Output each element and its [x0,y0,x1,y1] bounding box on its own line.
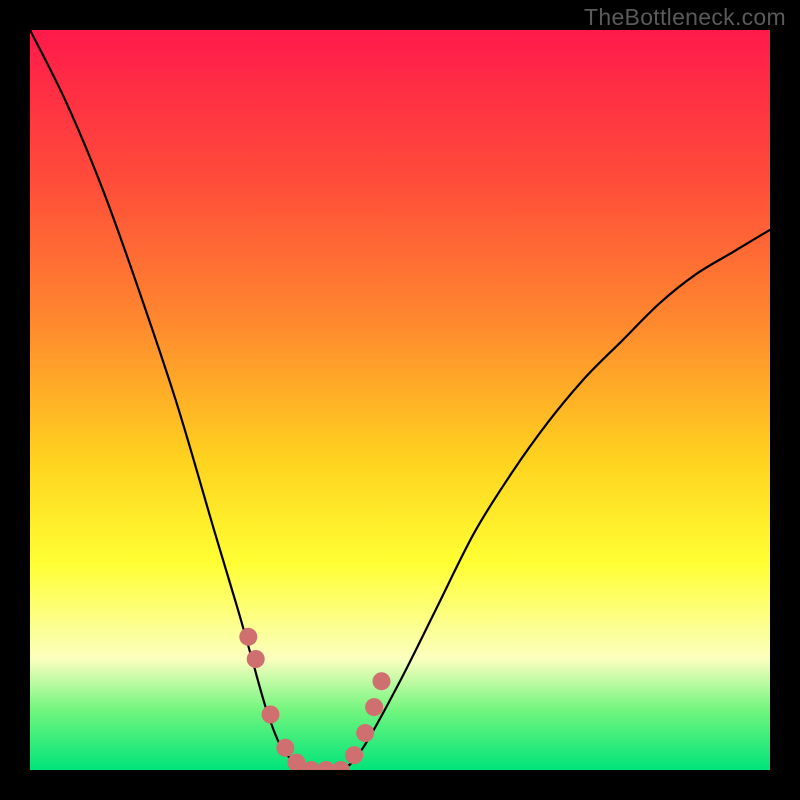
marker-dot [373,672,391,690]
gradient-background [30,30,770,770]
chart-frame: TheBottleneck.com [0,0,800,800]
marker-dot [365,698,383,716]
marker-dot [345,746,363,764]
bottleneck-chart [30,30,770,770]
marker-dot [239,628,257,646]
watermark-text: TheBottleneck.com [584,4,786,31]
plot-area [30,30,770,770]
marker-dot [247,650,265,668]
marker-dot [356,724,374,742]
marker-dot [262,706,280,724]
marker-dot [276,739,294,757]
